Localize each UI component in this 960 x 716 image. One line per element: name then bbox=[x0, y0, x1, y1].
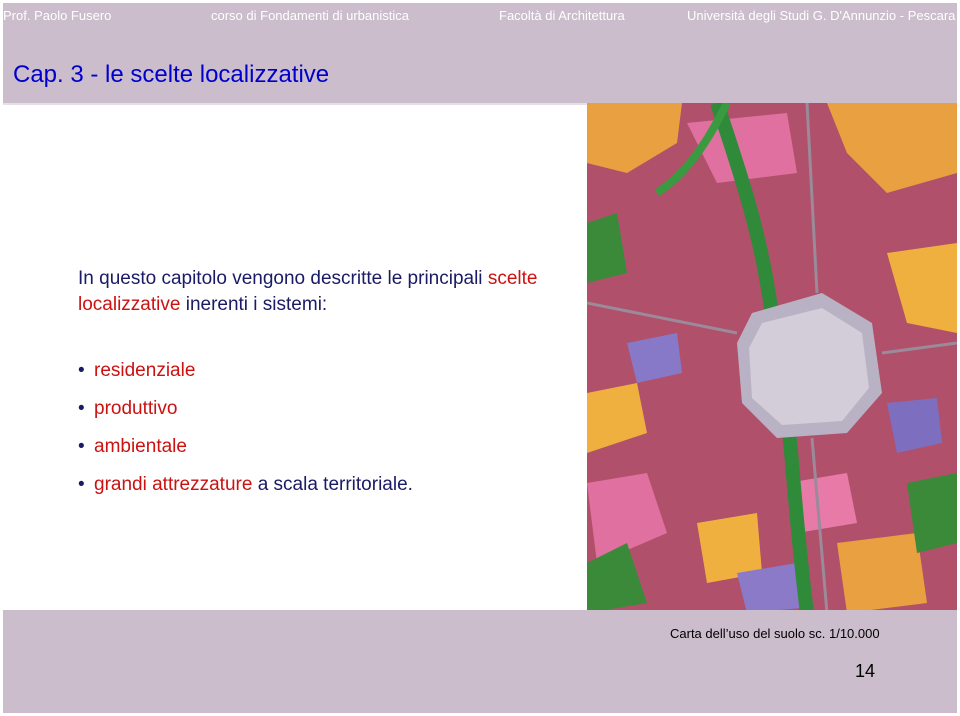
header-course: corso di Fondamenti di urbanistica bbox=[211, 8, 409, 23]
map-caption: Carta dell’uso del suolo sc. 1/10.000 bbox=[670, 626, 880, 641]
list-item: • ambientale bbox=[78, 434, 413, 472]
header-bar: Prof. Paolo Fusero corso di Fondamenti d… bbox=[3, 3, 957, 28]
list-item: • residenziale bbox=[78, 358, 413, 396]
bullet-icon: • bbox=[78, 436, 85, 457]
list-item-text: ambientale bbox=[94, 436, 187, 457]
intro-text-2: inerenti i sistemi: bbox=[180, 294, 328, 315]
slide: Prof. Paolo Fusero corso di Fondamenti d… bbox=[3, 3, 957, 713]
list-item: • grandi attrezzature a scala territorial… bbox=[78, 472, 413, 510]
header-faculty: Facoltà di Architettura bbox=[499, 8, 625, 23]
list-item-text: grandi attrezzature bbox=[94, 474, 253, 495]
bullet-icon: • bbox=[78, 398, 85, 419]
slide-title: Cap. 3 - le scelte localizzative bbox=[13, 61, 330, 88]
land-use-map-image bbox=[587, 103, 957, 613]
list-item-text: residenziale bbox=[94, 360, 196, 381]
list-item: • produttivo bbox=[78, 396, 413, 434]
systems-list: • residenziale • produttivo • ambientale • g… bbox=[78, 358, 413, 510]
bullet-icon: • bbox=[78, 360, 85, 381]
header-author: Prof. Paolo Fusero bbox=[3, 8, 112, 23]
header-university: Università degli Studi G. D'Annunzio - P… bbox=[687, 8, 956, 23]
bullet-icon: • bbox=[78, 474, 85, 495]
page-number: 14 bbox=[855, 661, 876, 681]
intro-text-1: In questo capitolo vengono descritte le … bbox=[78, 268, 488, 289]
intro-paragraph: In questo capitolo vengono descritte le … bbox=[78, 266, 558, 318]
list-item-tail: a scala territoriale. bbox=[252, 474, 413, 495]
list-item-text: produttivo bbox=[94, 398, 178, 419]
